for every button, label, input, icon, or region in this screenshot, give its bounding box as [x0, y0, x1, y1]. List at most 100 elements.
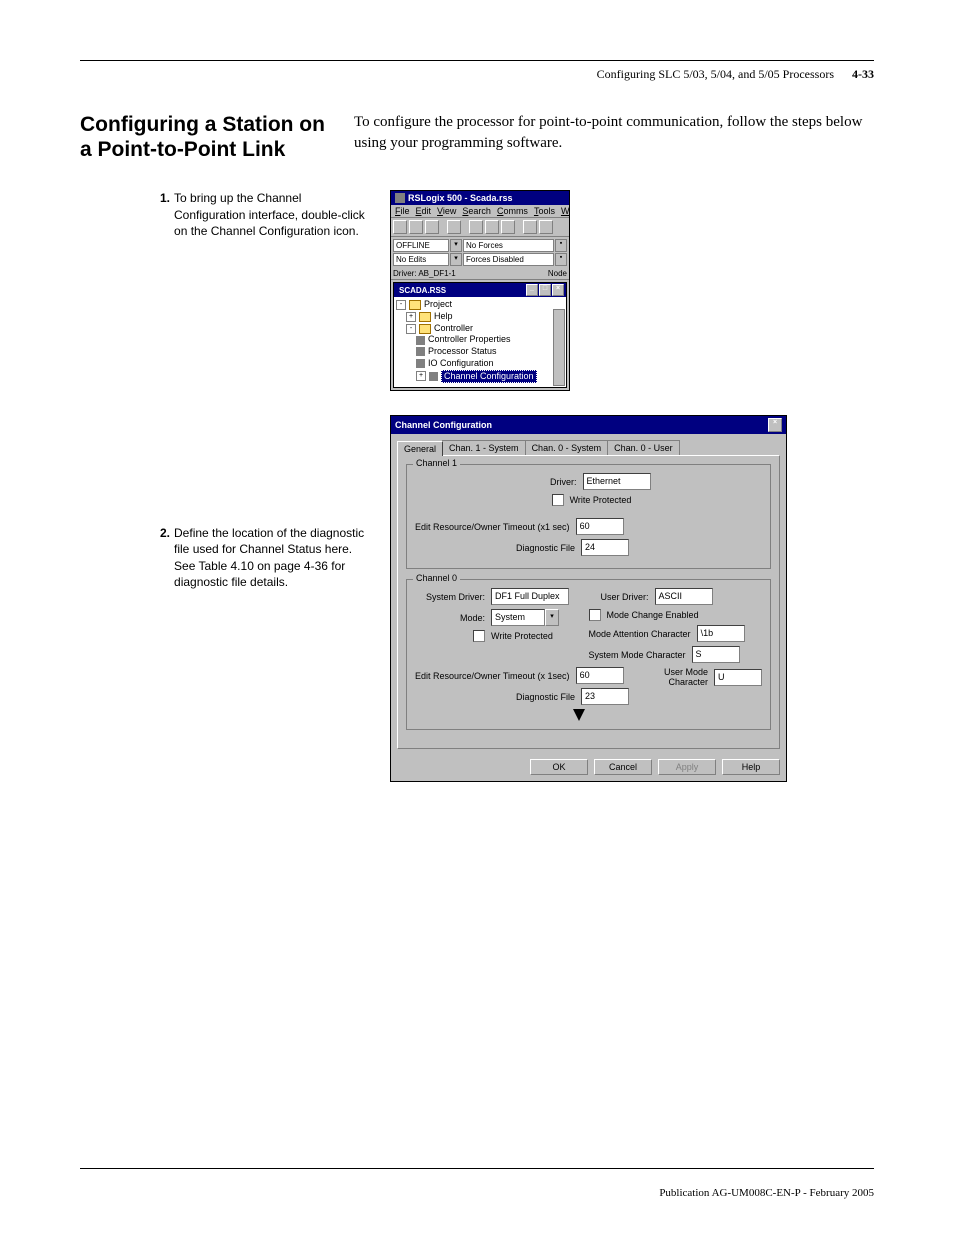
ch1-timeout-label: Edit Resource/Owner Timeout (x1 sec) [415, 522, 570, 532]
maximize-icon[interactable]: □ [539, 284, 551, 296]
node-label: Node [548, 269, 567, 278]
dialog-titlebar: Channel Configuration × [391, 416, 786, 434]
group-label-ch0: Channel 0 [413, 573, 460, 583]
menu-tools[interactable]: Tools [534, 206, 555, 216]
toolbar-new-icon[interactable] [393, 220, 407, 234]
ch1-diagfile-input[interactable]: 24 [581, 539, 629, 556]
step-2-text: Define the location of the diagnostic fi… [174, 525, 370, 590]
props-icon [416, 336, 425, 345]
section-title: Configuring a Station on a Point-to-Poin… [80, 112, 330, 162]
status-no-forces: No Forces [463, 239, 554, 252]
scrollbar-vertical[interactable] [553, 309, 565, 386]
tree-channel-configuration[interactable]: Channel Configuration [441, 370, 537, 384]
expand-icon[interactable]: + [406, 312, 416, 322]
status-forces-disabled: Forces Disabled [463, 253, 554, 266]
channel-config-dialog: Channel Configuration × General Chan. 1 … [390, 415, 787, 782]
toolbar-save-icon[interactable] [425, 220, 439, 234]
ch1-write-protected-label: Write Protected [570, 495, 632, 505]
top-rule [80, 60, 874, 61]
toolbar-open-icon[interactable] [409, 220, 423, 234]
menu-comms[interactable]: Comms [497, 206, 528, 216]
inner-title-text: SCADA.RSS [399, 286, 446, 295]
ch0-mode-attn-input[interactable]: \1b [697, 625, 745, 642]
status-offline: OFFLINE [393, 239, 449, 252]
ch1-write-protected-checkbox[interactable] [552, 494, 564, 506]
ch1-driver-input[interactable]: Ethernet [583, 473, 651, 490]
tab-general[interactable]: General [397, 441, 443, 456]
tree-help[interactable]: Help [434, 311, 453, 323]
ok-button[interactable]: OK [530, 759, 588, 775]
tab-chan0-system[interactable]: Chan. 0 - System [525, 440, 609, 455]
status-edits-dd-icon[interactable]: ▾ [450, 253, 462, 266]
ch0-userdriver-input[interactable]: ASCII [655, 588, 713, 605]
menu-view[interactable]: View [437, 206, 456, 216]
ch0-sysdriver-input[interactable]: DF1 Full Duplex [491, 588, 569, 605]
status-no-edits: No Edits [393, 253, 449, 266]
menu-edit[interactable]: Edit [416, 206, 432, 216]
step-2-number: 2. [160, 525, 170, 590]
tab-chan0-user[interactable]: Chan. 0 - User [607, 440, 680, 455]
rslogix-titlebar: RSLogix 500 - Scada.rss [391, 191, 569, 205]
toolbar-print-icon[interactable] [447, 220, 461, 234]
ch0-diagfile-input[interactable]: 23 [581, 688, 629, 705]
close-icon[interactable]: × [768, 418, 782, 432]
collapse-icon[interactable]: - [396, 300, 406, 310]
driver-label: Driver: AB_DF1-1 [393, 269, 456, 278]
menu-file[interactable]: FFileile [395, 206, 410, 216]
toolbar-redo-icon[interactable] [539, 220, 553, 234]
tab-chan1-system[interactable]: Chan. 1 - System [442, 440, 526, 455]
ch0-userdriver-label: User Driver: [589, 592, 649, 602]
tab-body: Channel 1 Driver: Ethernet Write Protect… [397, 455, 780, 749]
tree-io-configuration[interactable]: IO Configuration [428, 358, 494, 370]
help-button[interactable]: Help [722, 759, 780, 775]
close-icon[interactable]: × [552, 284, 564, 296]
ch0-sys-mode-char-label: System Mode Character [589, 650, 686, 660]
ch0-diagfile-label: Diagnostic File [415, 692, 575, 702]
group-channel-0: Channel 0 System Driver: DF1 Full Duplex… [406, 579, 771, 730]
menu-w[interactable]: W [561, 206, 570, 216]
ch1-timeout-input[interactable]: 60 [576, 518, 624, 535]
group-label-ch1: Channel 1 [413, 458, 460, 468]
tabs: General Chan. 1 - System Chan. 0 - Syste… [391, 434, 786, 455]
toolbar-undo-icon[interactable] [523, 220, 537, 234]
cancel-button[interactable]: Cancel [594, 759, 652, 775]
project-tree: - Project + Help - Controller Controller Pr… [394, 297, 566, 387]
status-offline-dd-icon[interactable]: ▾ [450, 239, 462, 252]
toolbar-copy-icon[interactable] [485, 220, 499, 234]
step-1-number: 1. [160, 190, 170, 239]
footer-rule [80, 1168, 874, 1169]
toolbar-cut-icon[interactable] [469, 220, 483, 234]
driver-row: Driver: AB_DF1-1 Node [391, 268, 569, 280]
apply-button[interactable]: Apply [658, 759, 716, 775]
ch0-user-mode-char-input[interactable]: U [714, 669, 762, 686]
collapse-icon[interactable]: - [406, 324, 416, 334]
running-header: Configuring SLC 5/03, 5/04, and 5/05 Pro… [80, 67, 874, 82]
minimize-icon[interactable]: _ [526, 284, 538, 296]
folder-icon [419, 312, 431, 322]
io-icon [416, 359, 425, 368]
ch0-mode-change-checkbox[interactable] [589, 609, 601, 621]
rslogix-window: RSLogix 500 - Scada.rss FFileile Edit Vi… [390, 190, 570, 391]
menubar: FFileile Edit View Search Comms Tools W [391, 205, 569, 218]
expand-icon[interactable]: + [416, 371, 426, 381]
toolbar-paste-icon[interactable] [501, 220, 515, 234]
group-channel-1: Channel 1 Driver: Ethernet Write Protect… [406, 464, 771, 569]
callout-pointer-icon [573, 709, 585, 721]
inner-window-title: SCADA.RSS _ □ × [394, 283, 566, 297]
tree-controller-properties[interactable]: Controller Properties [428, 334, 511, 346]
dialog-title: Channel Configuration [395, 420, 492, 430]
tree-controller[interactable]: Controller [434, 323, 473, 335]
ch0-timeout-input[interactable]: 60 [576, 667, 624, 684]
ch0-mode-dropdown[interactable]: System ▾ [491, 609, 559, 626]
ch0-write-protected-checkbox[interactable] [473, 630, 485, 642]
menu-search[interactable]: Search [462, 206, 491, 216]
status-forces2-dd-icon[interactable]: ▪ [555, 253, 567, 266]
ch0-mode-value: System [491, 609, 545, 626]
step-2: 2. Define the location of the diagnostic… [160, 525, 370, 590]
ch0-sys-mode-char-input[interactable]: S [692, 646, 740, 663]
chevron-down-icon[interactable]: ▾ [545, 609, 559, 626]
status-forces-dd-icon[interactable]: ▪ [555, 239, 567, 252]
tree-processor-status[interactable]: Processor Status [428, 346, 497, 358]
page-number: 4-33 [852, 67, 874, 82]
tree-project[interactable]: Project [424, 299, 452, 311]
